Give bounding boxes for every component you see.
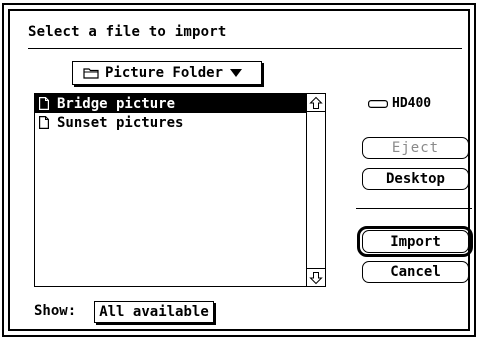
folder-icon <box>83 68 99 79</box>
title-divider <box>28 48 462 49</box>
dialog-title: Select a file to import <box>28 24 227 40</box>
file-list[interactable]: Bridge picture Sunset pictures <box>34 93 326 287</box>
folder-popup-label: Picture Folder <box>105 65 224 81</box>
desktop-button[interactable]: Desktop <box>362 168 469 190</box>
file-list-items: Bridge picture Sunset pictures <box>35 94 306 286</box>
arrow-up-icon <box>309 96 323 109</box>
list-item-label: Sunset pictures <box>57 114 184 131</box>
triangle-down-icon <box>230 69 243 77</box>
list-item[interactable]: Bridge picture <box>35 94 306 113</box>
document-icon <box>39 97 49 110</box>
scroll-up-button[interactable] <box>307 94 325 112</box>
eject-button[interactable]: Eject <box>362 137 469 159</box>
vertical-scrollbar[interactable] <box>306 94 325 286</box>
list-item-label: Bridge picture <box>57 95 176 112</box>
button-divider <box>356 208 472 209</box>
folder-popup-menu[interactable]: Picture Folder <box>72 61 262 85</box>
list-item[interactable]: Sunset pictures <box>35 113 306 132</box>
arrow-down-icon <box>309 271 323 284</box>
volume-label: HD400 <box>392 96 432 111</box>
import-button[interactable]: Import <box>362 230 469 253</box>
show-filter-popup[interactable]: All available <box>94 301 214 323</box>
show-label: Show: <box>34 303 77 319</box>
scroll-down-button[interactable] <box>307 268 325 286</box>
hard-disk-icon <box>368 99 388 108</box>
document-icon <box>39 116 49 129</box>
volume-name: HD400 <box>368 96 431 111</box>
cancel-button[interactable]: Cancel <box>362 261 469 283</box>
